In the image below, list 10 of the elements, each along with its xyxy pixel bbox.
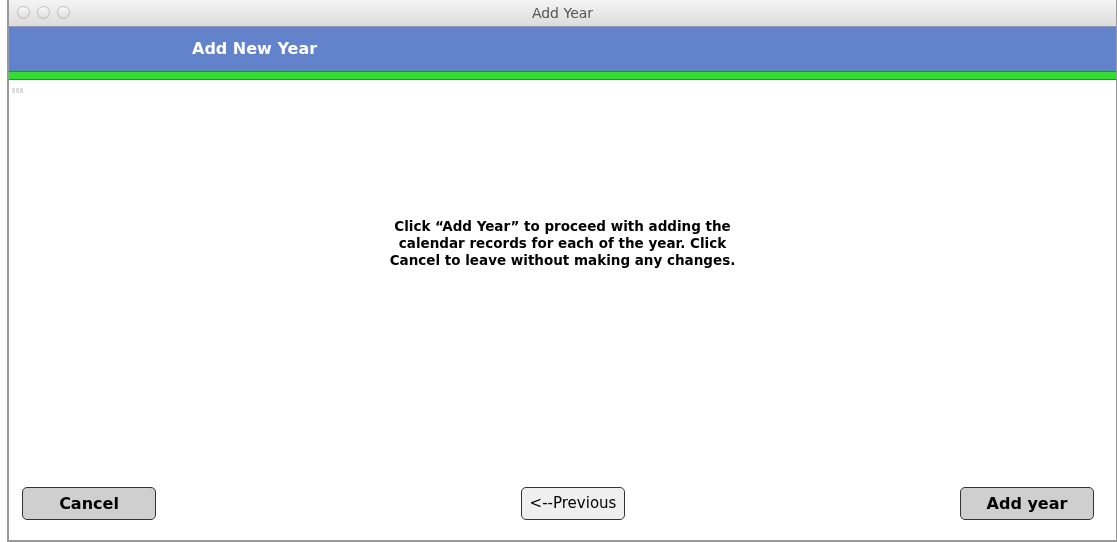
- previous-button[interactable]: <--Previous: [521, 487, 625, 520]
- close-icon[interactable]: [17, 6, 30, 19]
- zoom-icon[interactable]: [57, 6, 70, 19]
- cancel-button[interactable]: Cancel: [22, 487, 156, 520]
- header-title: Add New Year: [192, 38, 318, 60]
- instruction-text: Click “Add Year” to proceed with adding the calendar records for each of the year. Click Cancel to leave without making any changes.: [388, 218, 737, 270]
- window-title: Add Year: [531, 3, 594, 23]
- add-year-button[interactable]: Add year: [960, 487, 1094, 520]
- grip-icon: [12, 88, 24, 93]
- minimize-icon[interactable]: [37, 6, 50, 19]
